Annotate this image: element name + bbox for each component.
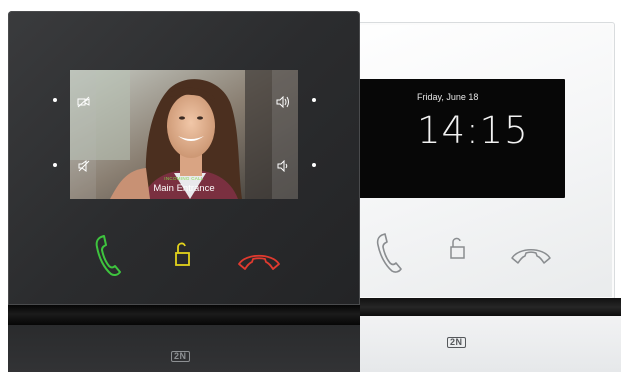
hang-up-icon[interactable] [509,243,553,270]
white-unit-divider [330,298,621,316]
hang-up-icon[interactable] [236,249,282,276]
black-unit-base: 2N [8,325,360,372]
indicator-dot [53,98,57,102]
indicator-dot [53,163,57,167]
black-unit-divider [8,305,360,325]
clock-time: 14:15 [417,109,529,152]
indicator-dot [312,98,316,102]
white-unit-face: Friday, June 18 14:15 [330,22,615,300]
white-unit-display[interactable]: Friday, June 18 14:15 [359,79,565,198]
white-unit-base: 2N [330,316,621,372]
unlock-icon[interactable] [174,241,192,272]
unlock-icon[interactable] [449,236,467,265]
black-unit-face: INCOMING CALL Main Entrance [8,11,360,305]
2n-logo-icon: 2N [447,337,466,348]
black-intercom-unit: INCOMING CALL Main Entrance 2N [8,11,360,372]
caller-name-label: Main Entrance [153,183,215,194]
2n-logo-icon: 2N [171,351,190,362]
answer-call-icon[interactable] [92,233,122,284]
white-intercom-unit: Friday, June 18 14:15 2N [330,22,621,372]
indicator-dot [312,163,316,167]
answer-call-icon[interactable] [373,231,403,280]
call-status-label: INCOMING CALL [164,176,204,181]
call-video-screen[interactable]: INCOMING CALL Main Entrance [70,70,298,199]
date-label: Friday, June 18 [417,92,479,102]
